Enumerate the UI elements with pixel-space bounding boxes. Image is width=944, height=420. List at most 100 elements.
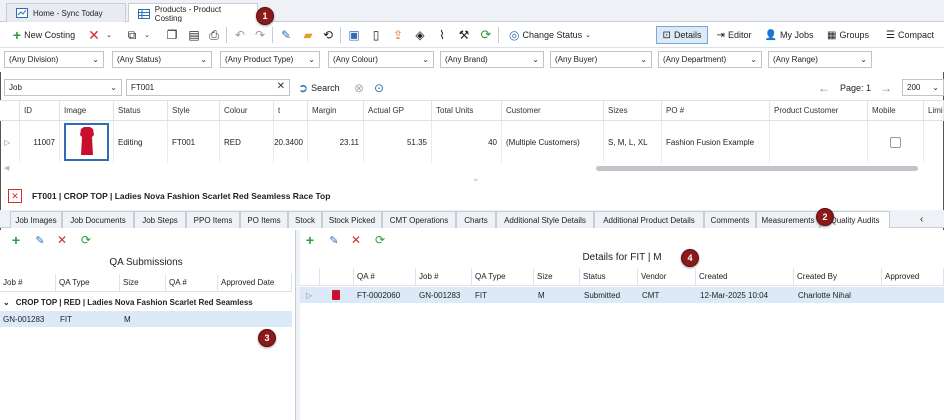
horizontal-scrollbar[interactable]: [596, 166, 918, 171]
range-filter[interactable]: (Any Range) ⌄: [768, 51, 872, 68]
print-button[interactable]: ⎙: [206, 26, 222, 44]
refresh-qa-button[interactable]: ⟳: [78, 232, 94, 248]
column-header-job[interactable]: Job #: [0, 274, 56, 292]
search-field-select[interactable]: Job ⌄: [4, 79, 122, 96]
qa-submission-row[interactable]: GN-001283 FIT M: [0, 311, 292, 327]
column-header-approved[interactable]: Approved: [882, 268, 944, 286]
column-header-size[interactable]: Size: [534, 268, 580, 286]
column-header-qa-number[interactable]: QA #: [354, 268, 416, 286]
department-filter[interactable]: (Any Department) ⌄: [658, 51, 762, 68]
delete-button[interactable]: ✕: [86, 26, 102, 44]
document-button[interactable]: ▯: [368, 26, 384, 44]
column-header-actual-gp[interactable]: Actual GP: [364, 101, 432, 121]
history-button[interactable]: ⟲: [320, 26, 336, 44]
search-button[interactable]: ➲ Search: [298, 80, 340, 96]
row-expand-icon[interactable]: ▷: [0, 121, 20, 163]
expand-search-button[interactable]: ⊙: [374, 80, 384, 96]
column-header-qa-type[interactable]: QA Type: [56, 274, 120, 292]
cell-image[interactable]: [60, 121, 114, 163]
column-header-image[interactable]: Image: [60, 101, 114, 121]
column-header-vendor[interactable]: Vendor: [638, 268, 696, 286]
column-header-total-units[interactable]: Total Units: [432, 101, 502, 121]
next-page-button[interactable]: →: [880, 80, 892, 96]
product-type-filter[interactable]: (Any Product Type) ⌄: [220, 51, 320, 68]
column-header-colour[interactable]: Colour: [220, 101, 274, 121]
close-detail-button[interactable]: ✕: [8, 189, 22, 203]
groups-button[interactable]: ▦ Groups: [822, 26, 874, 44]
tab-cmt-operations[interactable]: CMT Operations: [382, 211, 456, 228]
tab-charts[interactable]: Charts: [456, 211, 496, 228]
tab-additional-style-details[interactable]: Additional Style Details: [496, 211, 594, 228]
details-button[interactable]: ⊡ Details: [656, 26, 708, 44]
change-status-button[interactable]: ◎ Change Status ⌄: [504, 26, 596, 44]
compact-button[interactable]: ☰ Compact: [880, 26, 940, 44]
brand-filter[interactable]: (Any Brand) ⌄: [440, 51, 544, 68]
column-header-customer[interactable]: Customer: [502, 101, 604, 121]
folder-button[interactable]: ▰: [300, 26, 316, 44]
row-expand-icon[interactable]: ▷: [306, 291, 312, 300]
column-header-po[interactable]: PO #: [662, 101, 770, 121]
division-filter[interactable]: (Any Division) ⌄: [4, 51, 104, 68]
editor-button[interactable]: ⇥ Editor: [712, 26, 756, 44]
tab-stock[interactable]: Stock: [288, 211, 322, 228]
qa-detail-row[interactable]: ▷ FT-0002060 GN-001283 FIT M Submitted C…: [300, 287, 944, 303]
clear-search-button[interactable]: ⊗: [354, 80, 364, 96]
cell-mobile[interactable]: [868, 121, 924, 163]
mobile-checkbox[interactable]: [890, 136, 901, 148]
copy-dropdown-button[interactable]: ⌄: [142, 26, 152, 44]
column-header-status[interactable]: Status: [580, 268, 638, 286]
image-button[interactable]: ▣: [346, 26, 362, 44]
tab-job-images[interactable]: Job Images: [10, 211, 62, 228]
search-input[interactable]: FT001 ✕: [126, 79, 290, 96]
tag-button[interactable]: ◈: [412, 26, 428, 44]
refresh-detail-button[interactable]: ⟳: [372, 232, 388, 248]
previous-page-button[interactable]: ←: [818, 80, 830, 96]
edit-button[interactable]: ✎: [278, 26, 294, 44]
column-header-margin[interactable]: Margin: [308, 101, 364, 121]
splitter-chevron-icon[interactable]: ⌄: [472, 172, 480, 184]
column-header-mobile[interactable]: Mobile: [868, 101, 924, 121]
column-header-created[interactable]: Created: [696, 268, 794, 286]
status-filter[interactable]: (Any Status) ⌄: [112, 51, 212, 68]
tab-job-steps[interactable]: Job Steps: [134, 211, 186, 228]
paste-button[interactable]: ▤: [186, 26, 202, 44]
add-qa-button[interactable]: +: [8, 232, 24, 248]
copy-special-button[interactable]: ⧉: [124, 26, 140, 44]
attach-button[interactable]: ⌇: [434, 26, 450, 44]
export-button[interactable]: ⇪: [390, 26, 406, 44]
copy-button[interactable]: ❐: [164, 26, 180, 44]
column-header-approved-date[interactable]: Approved Date: [218, 274, 292, 292]
column-header-size[interactable]: Size: [120, 274, 166, 292]
buyer-filter[interactable]: (Any Buyer) ⌄: [550, 51, 652, 68]
colour-filter[interactable]: (Any Colour) ⌄: [328, 51, 434, 68]
qa-group-row[interactable]: ⌄ CROP TOP | RED | Ladies Nova Fashion S…: [0, 294, 292, 310]
new-costing-button[interactable]: + New Costing: [8, 26, 80, 44]
tab-job-documents[interactable]: Job Documents: [62, 211, 134, 228]
tabs-scroll-left-icon[interactable]: ‹: [920, 212, 923, 226]
column-header-product-customer[interactable]: Product Customer: [770, 101, 868, 121]
delete-detail-button[interactable]: ✕: [348, 232, 364, 248]
scroll-left-icon[interactable]: ◀: [4, 164, 9, 172]
redo-button[interactable]: ↷: [252, 26, 268, 44]
column-header-style[interactable]: Style: [168, 101, 220, 121]
tab-ppo-items[interactable]: PPO Items: [186, 211, 240, 228]
tab-additional-product-details[interactable]: Additional Product Details: [594, 211, 704, 228]
undo-button[interactable]: ↶: [232, 26, 248, 44]
add-detail-button[interactable]: +: [302, 232, 318, 248]
tab-stock-picked[interactable]: Stock Picked: [322, 211, 382, 228]
delete-qa-button[interactable]: ✕: [54, 232, 70, 248]
column-header-qa-number[interactable]: QA #: [166, 274, 218, 292]
edit-detail-button[interactable]: ✎: [326, 232, 342, 248]
pane-splitter[interactable]: [296, 230, 300, 420]
tools-button[interactable]: ⚒: [456, 26, 472, 44]
column-header-id[interactable]: ID: [20, 101, 60, 121]
column-header-sizes[interactable]: Sizes: [604, 101, 662, 121]
column-header-created-by[interactable]: Created By: [794, 268, 882, 286]
column-header-cost[interactable]: t: [274, 101, 308, 121]
tab-home-sync-today[interactable]: Home - Sync Today: [6, 3, 126, 22]
tab-comments[interactable]: Comments: [704, 211, 756, 228]
clear-icon[interactable]: ✕: [277, 81, 285, 92]
column-header-status[interactable]: Status: [114, 101, 168, 121]
page-size-select[interactable]: 200 ⌄: [902, 79, 944, 96]
tab-products-product-costing[interactable]: Products - Product Costing: [128, 3, 258, 23]
